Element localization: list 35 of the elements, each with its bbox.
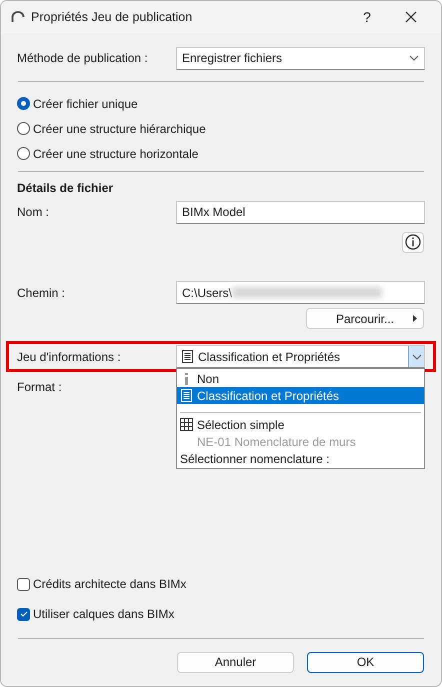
check-icon xyxy=(20,611,28,617)
dropdown-group-label: Sélectionner nomenclature : xyxy=(179,450,330,467)
section-heading: Détails de fichier xyxy=(17,181,114,195)
triangle-right-icon xyxy=(413,315,417,322)
info-icon xyxy=(405,234,421,250)
radio-option[interactable]: Créer une structure hiérarchique xyxy=(17,116,425,141)
dialog-button[interactable]: OK xyxy=(307,652,424,672)
window-title: Propriétés Jeu de publication xyxy=(31,10,194,24)
dropdown-option[interactable]: Non xyxy=(177,370,424,387)
field-label: Nom : xyxy=(17,205,50,219)
name-field[interactable]: BIMx Model xyxy=(176,200,425,224)
info-icon xyxy=(185,372,188,384)
field-label: Jeu d'informations : xyxy=(17,350,122,364)
app-icon xyxy=(11,11,25,23)
field-label: Format : xyxy=(17,380,63,394)
radio-option[interactable]: Créer fichier unique xyxy=(17,91,425,116)
checkbox-option[interactable]: Crédits architecte dans BIMx xyxy=(17,569,425,599)
dialog-button[interactable]: Annuler xyxy=(177,652,294,672)
close-icon[interactable] xyxy=(405,11,417,23)
info-button[interactable] xyxy=(402,232,424,252)
checkbox-option[interactable]: Utiliser calques dans BIMx xyxy=(17,599,425,629)
dropdown-option[interactable]: Classification et Propriétés xyxy=(177,387,424,404)
method-dropdown[interactable]: Enregistrer fichiers xyxy=(176,46,425,70)
list-icon xyxy=(181,389,192,402)
chevron-down-icon xyxy=(409,55,419,61)
path-field[interactable]: C:\Users\ xyxy=(176,281,425,304)
browse-button[interactable]: Parcourir... xyxy=(306,308,424,329)
field-label: Chemin : xyxy=(17,286,66,300)
help-button[interactable]: ? xyxy=(347,9,387,25)
table-icon xyxy=(180,418,193,431)
field-label: Méthode de publication : xyxy=(17,51,149,65)
radio-option[interactable]: Créer une structure horizontale xyxy=(17,141,425,166)
dropdown-option[interactable]: Sélection simple xyxy=(177,416,424,433)
chevron-down-icon xyxy=(412,354,422,360)
list-icon xyxy=(182,350,193,363)
